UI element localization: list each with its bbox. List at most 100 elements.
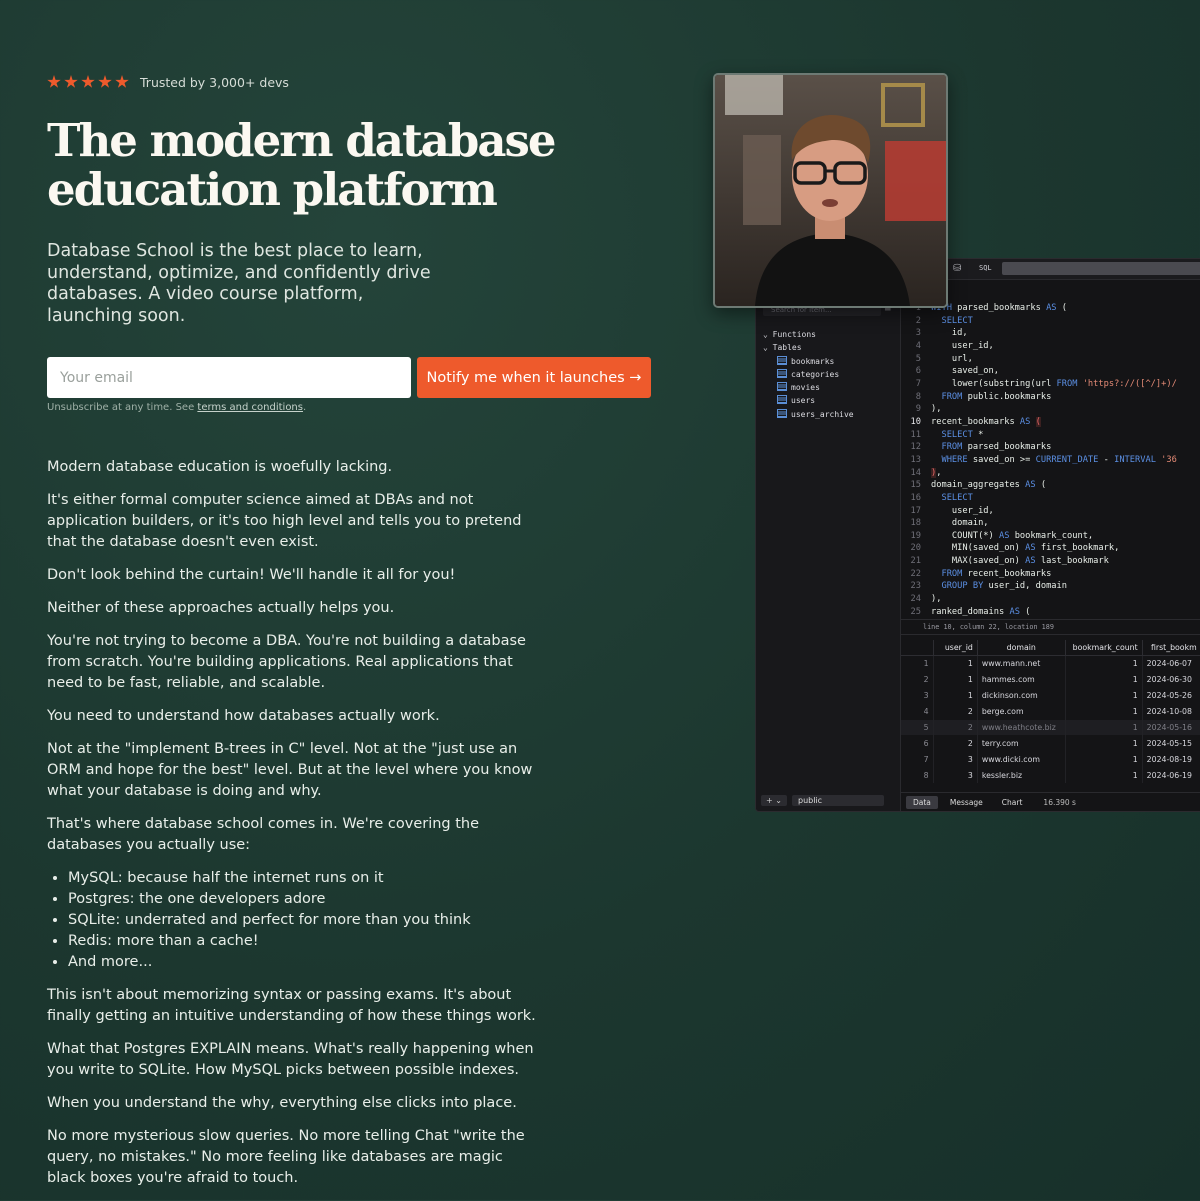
tree-table-item: movies (763, 381, 854, 394)
paragraph: Modern database education is woefully la… (47, 459, 393, 475)
cell-domain: www.heathcote.biz (977, 719, 1066, 736)
cell-user-id: 2 (933, 703, 978, 720)
tree-label: categories (791, 369, 840, 379)
table-icon (777, 382, 787, 392)
cell-count: 1 (1065, 735, 1143, 752)
database-list: MySQL: because half the internet runs on… (47, 868, 542, 973)
column-header: domain (977, 640, 1066, 656)
row-number: 8 (901, 767, 934, 784)
cell-user-id: 1 (933, 687, 978, 704)
signup-form: Notify me when it launches → (47, 357, 667, 398)
table-icon (777, 355, 787, 365)
cell-count: 1 (1065, 655, 1143, 672)
sidebar-footer: + ⌄ public (761, 795, 884, 806)
rating-row: Trusted by 3,000+ devs (47, 72, 667, 92)
hero-section: Trusted by 3,000+ devs The modern databa… (47, 72, 667, 1201)
hero-subtitle: Database School is the best place to lea… (47, 241, 431, 326)
tree-table-item: users_archive (763, 408, 854, 421)
paragraph: Not at the "implement B-trees in C" leve… (47, 741, 533, 799)
cell-first-bookmark: 2024-06-19 (1142, 767, 1200, 784)
page-title: The modern database education platform (47, 114, 556, 216)
trusted-text: Trusted by 3,000+ devs (140, 74, 289, 90)
shelf (743, 135, 781, 225)
list-item: Redis: more than a cache! (68, 931, 542, 952)
cell-user-id: 1 (933, 671, 978, 688)
tab-data: Data (906, 795, 938, 809)
fine-print-end: . (302, 402, 307, 413)
paragraph: This isn't about memorizing syntax or pa… (47, 987, 536, 1024)
query-title-bar (1002, 262, 1200, 275)
paragraph: That's where database school comes in. W… (47, 816, 480, 853)
cell-count: 1 (1065, 687, 1143, 704)
cell-first-bookmark: 2024-06-30 (1142, 671, 1200, 688)
tree-label: Functions (772, 330, 816, 339)
column-header: user_id (933, 640, 978, 656)
list-item: Postgres: the one developers adore (68, 889, 542, 910)
table-row: 7 3 www.dicki.com 1 2024-08-19 (901, 751, 1200, 768)
row-number: 6 (901, 735, 934, 752)
paragraph: You need to understand how databases act… (47, 708, 440, 724)
sql-code: 1 WITH parsed_bookmarks AS ( 2 SELECT 3 i… (910, 303, 1177, 617)
schema-select: public (792, 795, 884, 806)
fine-print-text: Unsubscribe at any time. See (47, 402, 198, 413)
paragraph: What that Postgres EXPLAIN means. What's… (47, 1041, 534, 1078)
cell-count: 1 (1065, 767, 1143, 784)
cell-user-id: 2 (933, 719, 978, 736)
star-icon (98, 75, 112, 88)
row-number: 1 (901, 655, 934, 672)
star-icon (64, 75, 78, 88)
row-number: 5 (901, 719, 934, 736)
sql-tab-label: SQL (979, 264, 992, 272)
tree-label: movies (791, 383, 820, 393)
database-client-screenshot: ⛁ SQL Search for item... ≡ ⌄ Functions ⌄… (755, 258, 1200, 812)
cell-count: 1 (1065, 751, 1143, 768)
cell-first-bookmark: 2024-10-08 (1142, 703, 1200, 720)
body-copy: Modern database education is woefully la… (47, 457, 542, 1189)
tree-functions: ⌄ Functions (763, 330, 816, 339)
email-input[interactable] (47, 357, 411, 398)
cell-user-id: 2 (933, 735, 978, 752)
star-icon (115, 75, 129, 88)
cell-first-bookmark: 2024-05-26 (1142, 687, 1200, 704)
results-footer: Data Message Chart 16.390 s (901, 792, 1200, 811)
paragraph: When you understand the why, everything … (47, 1095, 517, 1111)
table-row: 3 1 dickinson.com 1 2024-05-26 (901, 687, 1200, 704)
table-row: 8 3 kessler.biz 1 2024-06-19 (901, 767, 1200, 784)
cell-domain: berge.com (977, 703, 1066, 720)
paragraph: No more mysterious slow queries. No more… (47, 1128, 525, 1186)
results-grid: user_id domain bookmark_count first_book… (901, 640, 1200, 784)
cell-user-id: 3 (933, 751, 978, 768)
row-number: 4 (901, 703, 934, 720)
database-icon: ⛁ (953, 263, 962, 274)
table-row: 4 2 berge.com 1 2024-10-08 (901, 703, 1200, 720)
add-button: + ⌄ (761, 795, 787, 806)
tab-chart: Chart (1001, 797, 1023, 807)
cell-count: 1 (1065, 671, 1143, 688)
instructor-mouth (822, 199, 838, 207)
cell-domain: dickinson.com (977, 687, 1066, 704)
row-number: 2 (901, 671, 934, 688)
table-icon (777, 368, 787, 378)
schema-tree: ⌄ Functions ⌄ Tables bookmarks categorie… (763, 328, 854, 421)
tree-table-item: categories (763, 368, 854, 381)
tree-table-item: bookmarks (763, 355, 854, 368)
row-number-header (901, 640, 934, 656)
notify-button[interactable]: Notify me when it launches → (417, 357, 651, 398)
cell-first-bookmark: 2024-08-19 (1142, 751, 1200, 768)
table-row: 5 2 www.heathcote.biz 1 2024-05-16 (901, 719, 1200, 736)
cell-first-bookmark: 2024-06-07 (1142, 655, 1200, 672)
terms-link[interactable]: terms and conditions (197, 402, 303, 413)
cell-count: 1 (1065, 719, 1143, 736)
table-icon (777, 395, 787, 405)
red-poster (885, 141, 946, 221)
column-header: bookmark_count (1065, 640, 1143, 656)
paragraph: Neither of these approaches actually hel… (47, 600, 395, 616)
star-rating (47, 75, 129, 89)
paragraph: It's either formal computer science aime… (47, 492, 522, 550)
tree-label: Tables (772, 343, 802, 353)
row-number: 7 (901, 751, 934, 768)
grid-header-row: user_id domain bookmark_count first_book… (901, 640, 1200, 656)
instructor-image (715, 75, 946, 306)
tree-tables: ⌄ Tables (763, 343, 802, 353)
table-row: 6 2 terry.com 1 2024-05-15 (901, 735, 1200, 752)
